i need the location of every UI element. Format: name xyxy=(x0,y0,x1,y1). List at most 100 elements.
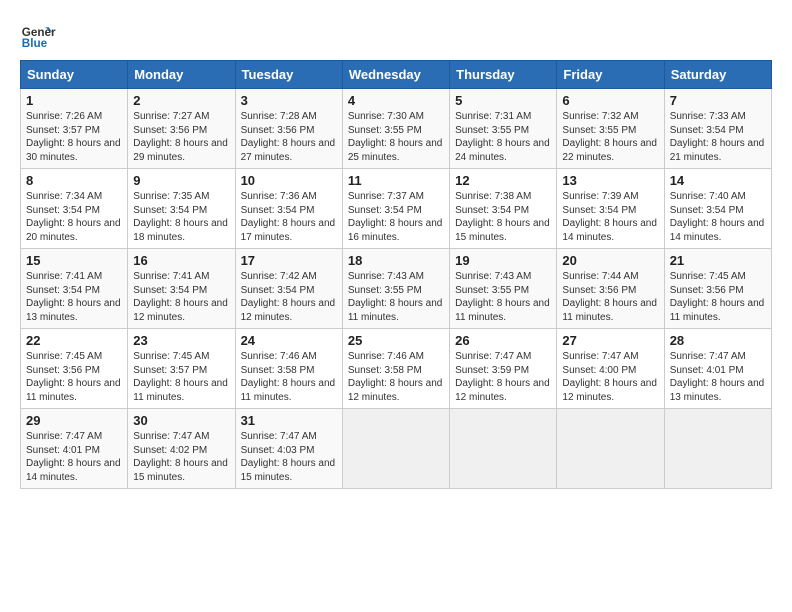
weekday-header-row: SundayMondayTuesdayWednesdayThursdayFrid… xyxy=(21,61,772,89)
day-number: 4 xyxy=(348,93,444,108)
calendar-cell: 4 Sunrise: 7:30 AMSunset: 3:55 PMDaylight… xyxy=(342,89,449,169)
day-info: Sunrise: 7:45 AMSunset: 3:57 PMDaylight:… xyxy=(133,350,229,404)
weekday-header-friday: Friday xyxy=(557,61,664,89)
logo: General Blue xyxy=(20,20,56,56)
day-number: 2 xyxy=(133,93,229,108)
day-number: 31 xyxy=(241,413,337,428)
day-number: 15 xyxy=(26,253,122,268)
day-number: 12 xyxy=(455,173,551,188)
day-info: Sunrise: 7:41 AMSunset: 3:54 PMDaylight:… xyxy=(133,270,229,324)
calendar-cell xyxy=(342,409,449,489)
day-number: 18 xyxy=(348,253,444,268)
day-number: 10 xyxy=(241,173,337,188)
calendar-cell: 31Sunrise: 7:47 AMSunset: 4:03 PMDayligh… xyxy=(235,409,342,489)
weekday-header-tuesday: Tuesday xyxy=(235,61,342,89)
calendar-cell: 13Sunrise: 7:39 AMSunset: 3:54 PMDayligh… xyxy=(557,169,664,249)
day-number: 24 xyxy=(241,333,337,348)
day-info: Sunrise: 7:47 AMSunset: 4:01 PMDaylight:… xyxy=(670,350,766,404)
calendar-body: 1 Sunrise: 7:26 AMSunset: 3:57 PMDaylight… xyxy=(21,89,772,489)
calendar-cell: 18 Sunrise: 7:43 AMSunset: 3:55 PMDayligh… xyxy=(342,249,449,329)
day-info: Sunrise: 7:46 AMSunset: 3:58 PMDaylight:… xyxy=(241,350,337,404)
day-number: 20 xyxy=(562,253,658,268)
day-info: Sunrise: 7:46 AMSunset: 3:58 PMDaylight:… xyxy=(348,350,444,404)
calendar-cell: 26 Sunrise: 7:47 AMSunset: 3:59 PMDayligh… xyxy=(450,329,557,409)
calendar-cell: 17 Sunrise: 7:42 AMSunset: 3:54 PMDayligh… xyxy=(235,249,342,329)
day-number: 26 xyxy=(455,333,551,348)
day-info: Sunrise: 7:41 AMSunset: 3:54 PMDaylight:… xyxy=(26,270,122,324)
weekday-header-sunday: Sunday xyxy=(21,61,128,89)
calendar-cell: 5Sunrise: 7:31 AMSunset: 3:55 PMDaylight… xyxy=(450,89,557,169)
weekday-header-thursday: Thursday xyxy=(450,61,557,89)
calendar-cell: 19Sunrise: 7:43 AMSunset: 3:55 PMDayligh… xyxy=(450,249,557,329)
calendar-cell: 6 Sunrise: 7:32 AMSunset: 3:55 PMDaylight… xyxy=(557,89,664,169)
day-number: 17 xyxy=(241,253,337,268)
week-row-5: 29 Sunrise: 7:47 AMSunset: 4:01 PMDayligh… xyxy=(21,409,772,489)
day-info: Sunrise: 7:40 AMSunset: 3:54 PMDaylight:… xyxy=(670,190,766,244)
day-info: Sunrise: 7:44 AMSunset: 3:56 PMDaylight:… xyxy=(562,270,658,324)
day-number: 6 xyxy=(562,93,658,108)
calendar-cell: 9 Sunrise: 7:35 AMSunset: 3:54 PMDaylight… xyxy=(128,169,235,249)
day-info: Sunrise: 7:47 AMSunset: 4:00 PMDaylight:… xyxy=(562,350,658,404)
calendar-cell: 21Sunrise: 7:45 AMSunset: 3:56 PMDayligh… xyxy=(664,249,771,329)
calendar-cell: 30Sunrise: 7:47 AMSunset: 4:02 PMDayligh… xyxy=(128,409,235,489)
calendar-cell: 24 Sunrise: 7:46 AMSunset: 3:58 PMDayligh… xyxy=(235,329,342,409)
header: General Blue xyxy=(20,20,772,56)
day-info: Sunrise: 7:36 AMSunset: 3:54 PMDaylight:… xyxy=(241,190,337,244)
calendar-cell: 20 Sunrise: 7:44 AMSunset: 3:56 PMDayligh… xyxy=(557,249,664,329)
day-number: 9 xyxy=(133,173,229,188)
day-number: 14 xyxy=(670,173,766,188)
week-row-3: 15 Sunrise: 7:41 AMSunset: 3:54 PMDayligh… xyxy=(21,249,772,329)
day-number: 25 xyxy=(348,333,444,348)
day-number: 1 xyxy=(26,93,122,108)
calendar-cell: 1 Sunrise: 7:26 AMSunset: 3:57 PMDaylight… xyxy=(21,89,128,169)
calendar-cell: 29 Sunrise: 7:47 AMSunset: 4:01 PMDayligh… xyxy=(21,409,128,489)
calendar-header: SundayMondayTuesdayWednesdayThursdayFrid… xyxy=(21,61,772,89)
calendar-cell: 12 Sunrise: 7:38 AMSunset: 3:54 PMDayligh… xyxy=(450,169,557,249)
day-info: Sunrise: 7:32 AMSunset: 3:55 PMDaylight:… xyxy=(562,110,658,164)
day-number: 22 xyxy=(26,333,122,348)
calendar-cell: 3Sunrise: 7:28 AMSunset: 3:56 PMDaylight… xyxy=(235,89,342,169)
logo-icon: General Blue xyxy=(20,20,56,56)
day-info: Sunrise: 7:45 AMSunset: 3:56 PMDaylight:… xyxy=(26,350,122,404)
day-number: 11 xyxy=(348,173,444,188)
day-info: Sunrise: 7:38 AMSunset: 3:54 PMDaylight:… xyxy=(455,190,551,244)
calendar-cell xyxy=(664,409,771,489)
day-info: Sunrise: 7:37 AMSunset: 3:54 PMDaylight:… xyxy=(348,190,444,244)
calendar-cell: 11 Sunrise: 7:37 AMSunset: 3:54 PMDayligh… xyxy=(342,169,449,249)
day-info: Sunrise: 7:26 AMSunset: 3:57 PMDaylight:… xyxy=(26,110,122,164)
day-info: Sunrise: 7:42 AMSunset: 3:54 PMDaylight:… xyxy=(241,270,337,324)
weekday-header-saturday: Saturday xyxy=(664,61,771,89)
day-number: 30 xyxy=(133,413,229,428)
day-number: 27 xyxy=(562,333,658,348)
day-number: 7 xyxy=(670,93,766,108)
day-number: 19 xyxy=(455,253,551,268)
day-number: 21 xyxy=(670,253,766,268)
calendar-cell xyxy=(557,409,664,489)
calendar-cell: 10 Sunrise: 7:36 AMSunset: 3:54 PMDayligh… xyxy=(235,169,342,249)
day-info: Sunrise: 7:30 AMSunset: 3:55 PMDaylight:… xyxy=(348,110,444,164)
calendar-cell: 27 Sunrise: 7:47 AMSunset: 4:00 PMDayligh… xyxy=(557,329,664,409)
day-info: Sunrise: 7:47 AMSunset: 3:59 PMDaylight:… xyxy=(455,350,551,404)
calendar-cell: 14 Sunrise: 7:40 AMSunset: 3:54 PMDayligh… xyxy=(664,169,771,249)
day-number: 28 xyxy=(670,333,766,348)
calendar-cell xyxy=(450,409,557,489)
day-info: Sunrise: 7:43 AMSunset: 3:55 PMDaylight:… xyxy=(348,270,444,324)
day-number: 29 xyxy=(26,413,122,428)
calendar-table: SundayMondayTuesdayWednesdayThursdayFrid… xyxy=(20,60,772,489)
calendar-cell: 7Sunrise: 7:33 AMSunset: 3:54 PMDaylight… xyxy=(664,89,771,169)
day-number: 5 xyxy=(455,93,551,108)
day-info: Sunrise: 7:47 AMSunset: 4:01 PMDaylight:… xyxy=(26,430,122,484)
calendar-cell: 16Sunrise: 7:41 AMSunset: 3:54 PMDayligh… xyxy=(128,249,235,329)
calendar-cell: 8 Sunrise: 7:34 AMSunset: 3:54 PMDaylight… xyxy=(21,169,128,249)
svg-text:Blue: Blue xyxy=(22,37,48,50)
calendar-cell: 22 Sunrise: 7:45 AMSunset: 3:56 PMDayligh… xyxy=(21,329,128,409)
day-info: Sunrise: 7:39 AMSunset: 3:54 PMDaylight:… xyxy=(562,190,658,244)
day-info: Sunrise: 7:28 AMSunset: 3:56 PMDaylight:… xyxy=(241,110,337,164)
day-number: 8 xyxy=(26,173,122,188)
week-row-4: 22 Sunrise: 7:45 AMSunset: 3:56 PMDayligh… xyxy=(21,329,772,409)
day-info: Sunrise: 7:34 AMSunset: 3:54 PMDaylight:… xyxy=(26,190,122,244)
calendar-cell: 28 Sunrise: 7:47 AMSunset: 4:01 PMDayligh… xyxy=(664,329,771,409)
day-info: Sunrise: 7:35 AMSunset: 3:54 PMDaylight:… xyxy=(133,190,229,244)
day-number: 23 xyxy=(133,333,229,348)
calendar-cell: 23 Sunrise: 7:45 AMSunset: 3:57 PMDayligh… xyxy=(128,329,235,409)
